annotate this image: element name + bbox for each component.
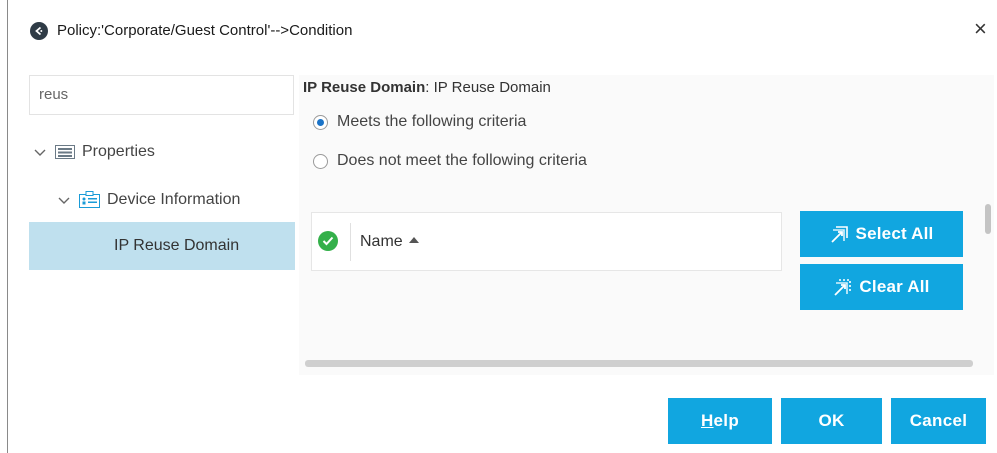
- radio-button-checked[interactable]: [313, 114, 328, 130]
- clear-all-button[interactable]: Clear All: [800, 264, 963, 310]
- tree-item-label: Device Information: [107, 191, 241, 208]
- help-button[interactable]: Help: [668, 398, 772, 444]
- radio-meets-criteria[interactable]: Meets the following criteria: [313, 113, 526, 131]
- sort-ascending-icon: [408, 236, 419, 243]
- condition-title: IP Reuse Domain: IP Reuse Domain: [303, 79, 551, 96]
- chevron-down-icon[interactable]: [57, 193, 71, 207]
- radio-not-meet-criteria[interactable]: Does not meet the following criteria: [313, 152, 587, 170]
- tree-item-label: Properties: [82, 143, 155, 160]
- select-all-button[interactable]: Select All: [800, 211, 963, 257]
- help-mnemonic: H: [700, 411, 714, 430]
- cancel-button[interactable]: Cancel: [891, 398, 986, 444]
- radio-button[interactable]: [313, 153, 328, 169]
- condition-title-field: IP Reuse Domain: [303, 79, 426, 96]
- device-info-icon: [79, 191, 100, 208]
- dialog-border: [7, 0, 8, 453]
- window-title: Policy:'Corporate/Guest Control'-->Condi…: [57, 22, 353, 39]
- chevron-down-icon[interactable]: [33, 145, 47, 159]
- condition-title-detail: : IP Reuse Domain: [425, 79, 551, 96]
- condition-dialog: Policy:'Corporate/Guest Control'-->Condi…: [0, 0, 997, 453]
- radio-label: Does not meet the following criteria: [337, 152, 587, 169]
- values-grid: Name: [311, 212, 782, 271]
- tree-item-device-information[interactable]: Device Information: [57, 191, 240, 209]
- app-logo-icon: [30, 22, 48, 40]
- list-icon: [55, 145, 75, 159]
- tree-item-label: IP Reuse Domain: [114, 237, 240, 254]
- ok-button[interactable]: OK: [781, 398, 882, 444]
- select-all-label: Select All: [855, 224, 934, 243]
- tree-item-ip-reuse-domain[interactable]: IP Reuse Domain: [29, 222, 295, 270]
- search-input[interactable]: reus: [29, 75, 294, 115]
- clear-all-icon: [834, 279, 852, 296]
- tree-item-properties[interactable]: Properties: [33, 143, 155, 161]
- check-circle-icon[interactable]: [318, 231, 338, 251]
- close-icon[interactable]: ×: [974, 17, 987, 41]
- horizontal-scrollbar[interactable]: [305, 360, 973, 367]
- vertical-scrollbar[interactable]: [985, 204, 991, 234]
- select-all-icon: [830, 226, 848, 243]
- help-label: elp: [713, 411, 740, 430]
- radio-label: Meets the following criteria: [337, 113, 527, 130]
- title-bar[interactable]: Policy:'Corporate/Guest Control'-->Condi…: [8, 12, 997, 50]
- clear-all-label: Clear All: [859, 277, 930, 296]
- column-divider: [350, 223, 351, 261]
- column-header-name[interactable]: Name: [360, 233, 419, 251]
- column-header-label: Name: [360, 233, 403, 250]
